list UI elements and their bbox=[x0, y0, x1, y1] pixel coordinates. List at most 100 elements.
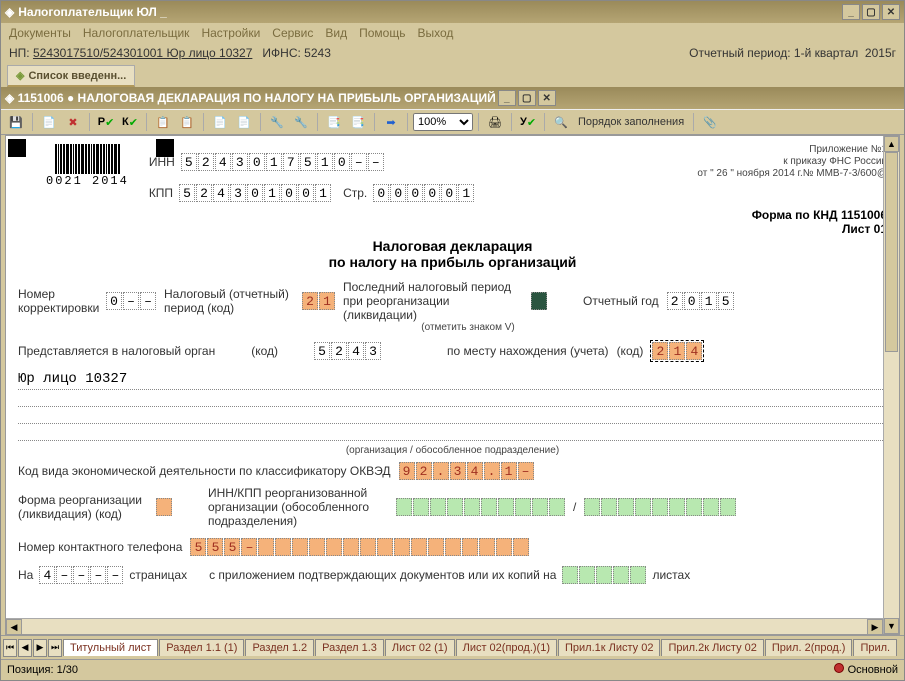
year-field[interactable]: 2015 bbox=[667, 292, 734, 310]
doc-close-button[interactable]: ✕ bbox=[538, 90, 556, 106]
np-label: НП: bbox=[9, 46, 30, 60]
menu-settings[interactable]: Настройки bbox=[201, 26, 260, 40]
mode-label: Основной bbox=[848, 664, 898, 676]
save-icon[interactable]: 💾 bbox=[5, 112, 27, 132]
position-label: Позиция: 1/30 bbox=[7, 664, 78, 676]
org-name-line4[interactable] bbox=[18, 427, 887, 441]
year-label: Отчетный год bbox=[583, 294, 659, 308]
sheet-tab-6[interactable]: Прил.1к Листу 02 bbox=[558, 639, 660, 656]
sheet-tab-9[interactable]: Прил. bbox=[853, 639, 897, 656]
correction-field[interactable]: 0–– bbox=[106, 292, 156, 310]
horizontal-scrollbar[interactable]: ◀ ▶ bbox=[6, 618, 883, 634]
declaration-title: Налоговая декларация bbox=[18, 238, 887, 254]
taxperiod-field[interactable]: 21 bbox=[302, 292, 335, 310]
k-button[interactable]: К✔ bbox=[119, 112, 141, 132]
tool-c-icon[interactable]: 📄 bbox=[209, 112, 231, 132]
attach-label: с приложением подтверждающих документов … bbox=[209, 568, 556, 582]
tab-first-icon[interactable]: ⏮ bbox=[3, 639, 17, 657]
lastperiod-checkbox[interactable] bbox=[531, 292, 547, 310]
reorg-code-field[interactable] bbox=[156, 498, 172, 516]
attach-count-field[interactable] bbox=[562, 566, 646, 584]
minimize-button[interactable]: _ bbox=[842, 4, 860, 20]
sheets-label: листах bbox=[652, 568, 690, 582]
doc-minimize-button[interactable]: _ bbox=[498, 90, 516, 106]
vertical-scrollbar[interactable]: ▲ ▼ bbox=[883, 136, 899, 634]
tool-g-icon[interactable]: 📑 bbox=[323, 112, 345, 132]
org-name-line2[interactable] bbox=[18, 393, 887, 407]
u-button[interactable]: У✔ bbox=[517, 112, 539, 132]
org-name-field[interactable]: Юр лицо 10327 bbox=[18, 369, 887, 390]
scroll-down-icon[interactable]: ▼ bbox=[884, 618, 899, 634]
scroll-thumb[interactable] bbox=[885, 152, 898, 352]
pages-count-field[interactable]: 4–––– bbox=[39, 566, 123, 584]
phone-field[interactable]: 555– bbox=[190, 538, 529, 556]
maximize-button[interactable]: ▢ bbox=[862, 4, 880, 20]
reorg-inn-field[interactable] bbox=[396, 498, 565, 516]
sheet-tab-7[interactable]: Прил.2к Листу 02 bbox=[661, 639, 763, 656]
p-button[interactable]: Р✔ bbox=[95, 112, 117, 132]
sheet-tab-4[interactable]: Лист 02 (1) bbox=[385, 639, 455, 656]
okved-field[interactable]: 92.34.1– bbox=[399, 462, 534, 480]
print-icon[interactable]: 🖨 bbox=[484, 112, 506, 132]
page-field: 000001 bbox=[373, 184, 474, 202]
phone-label: Номер контактного телефона bbox=[18, 540, 182, 554]
tab-last-icon[interactable]: ⏭ bbox=[48, 639, 62, 657]
tool-magnify-icon[interactable]: 🔍 bbox=[550, 112, 572, 132]
kpp-field[interactable]: 524301001 bbox=[179, 184, 331, 202]
doc-maximize-button[interactable]: ▢ bbox=[518, 90, 536, 106]
sheet-tab-5[interactable]: Лист 02(прод.)(1) bbox=[456, 639, 557, 656]
tool-b-icon[interactable]: 📋 bbox=[176, 112, 198, 132]
diamond-icon: ◈ bbox=[16, 69, 24, 82]
org-name-line3[interactable] bbox=[18, 410, 887, 424]
sheet-tab-2[interactable]: Раздел 1.2 bbox=[245, 639, 314, 656]
tool-f-icon[interactable]: 🔧 bbox=[290, 112, 312, 132]
mark-note: (отметить знаком V) bbox=[378, 322, 558, 333]
app-title-bar: ◈ Налогоплательщик ЮЛ _ _ ▢ ✕ bbox=[1, 1, 904, 23]
menu-documents[interactable]: Документы bbox=[9, 26, 71, 40]
on-label: На bbox=[18, 568, 33, 582]
sheet-tab-1[interactable]: Раздел 1.1 (1) bbox=[159, 639, 244, 656]
kod-label-1: (код) bbox=[251, 344, 278, 358]
menu-taxpayer[interactable]: Налогоплательщик bbox=[83, 26, 190, 40]
tool-doc-icon[interactable]: 📄 bbox=[38, 112, 60, 132]
tab-prev-icon[interactable]: ◀ bbox=[18, 639, 32, 657]
np-value[interactable]: 5243017510/524301001 Юр лицо 10327 bbox=[33, 46, 252, 60]
tool-h-icon[interactable]: 📑 bbox=[347, 112, 369, 132]
sheet-tab-0[interactable]: Титульный лист bbox=[63, 639, 158, 656]
appendix-line3: от " 26 " ноября 2014 г.№ ММВ-7-3/600@ bbox=[657, 168, 887, 180]
submit-label: Представляется в налоговый орган bbox=[18, 344, 215, 358]
order-label[interactable]: Порядок заполнения bbox=[574, 116, 688, 128]
page-label: Стр. bbox=[343, 186, 367, 200]
menu-view[interactable]: Вид bbox=[325, 26, 347, 40]
tool-last-icon[interactable]: 📎 bbox=[699, 112, 721, 132]
scroll-right-icon[interactable]: ▶ bbox=[867, 619, 883, 635]
inn-field[interactable]: 5243017510–– bbox=[181, 153, 384, 171]
lastperiod-label: Последний налоговый период при реорганиз… bbox=[343, 280, 523, 322]
taxperiod-label: Налоговый (отчетный) период (код) bbox=[164, 287, 294, 315]
sheet-tab-3[interactable]: Раздел 1.3 bbox=[315, 639, 384, 656]
scroll-left-icon[interactable]: ◀ bbox=[6, 619, 22, 635]
menu-service[interactable]: Сервис bbox=[272, 26, 313, 40]
list-tab[interactable]: ◈ Список введенн... bbox=[7, 65, 135, 87]
document-area: 0021 2014 ИНН 5243017510–– Приложение №1… bbox=[5, 135, 900, 635]
tool-e-icon[interactable]: 🔧 bbox=[266, 112, 288, 132]
submit-code-field[interactable]: 5243 bbox=[314, 342, 381, 360]
tool-d-icon[interactable]: 📄 bbox=[233, 112, 255, 132]
sheet-tab-8[interactable]: Прил. 2(прод.) bbox=[765, 639, 853, 656]
declaration-subtitle: по налогу на прибыль организаций bbox=[18, 254, 887, 270]
menu-exit[interactable]: Выход bbox=[417, 26, 453, 40]
close-button[interactable]: ✕ bbox=[882, 4, 900, 20]
arrow-right-icon[interactable]: ➡ bbox=[380, 112, 402, 132]
zoom-select[interactable]: 100% bbox=[413, 113, 473, 131]
tool-a-icon[interactable]: 📋 bbox=[152, 112, 174, 132]
tab-next-icon[interactable]: ▶ bbox=[33, 639, 47, 657]
scroll-up-icon[interactable]: ▲ bbox=[884, 136, 899, 152]
reorg-kpp-field[interactable] bbox=[584, 498, 736, 516]
tool-delete-icon[interactable]: ✖ bbox=[62, 112, 84, 132]
doc-title: ◈ 1151006 ● НАЛОГОВАЯ ДЕКЛАРАЦИЯ ПО НАЛО… bbox=[5, 91, 496, 105]
place-code-field[interactable]: 214 bbox=[651, 341, 703, 361]
kod-label-2: (код) bbox=[617, 344, 644, 358]
barcode: 0021 2014 bbox=[46, 144, 129, 188]
pages-label: страницах bbox=[129, 568, 187, 582]
menu-help[interactable]: Помощь bbox=[359, 26, 405, 40]
